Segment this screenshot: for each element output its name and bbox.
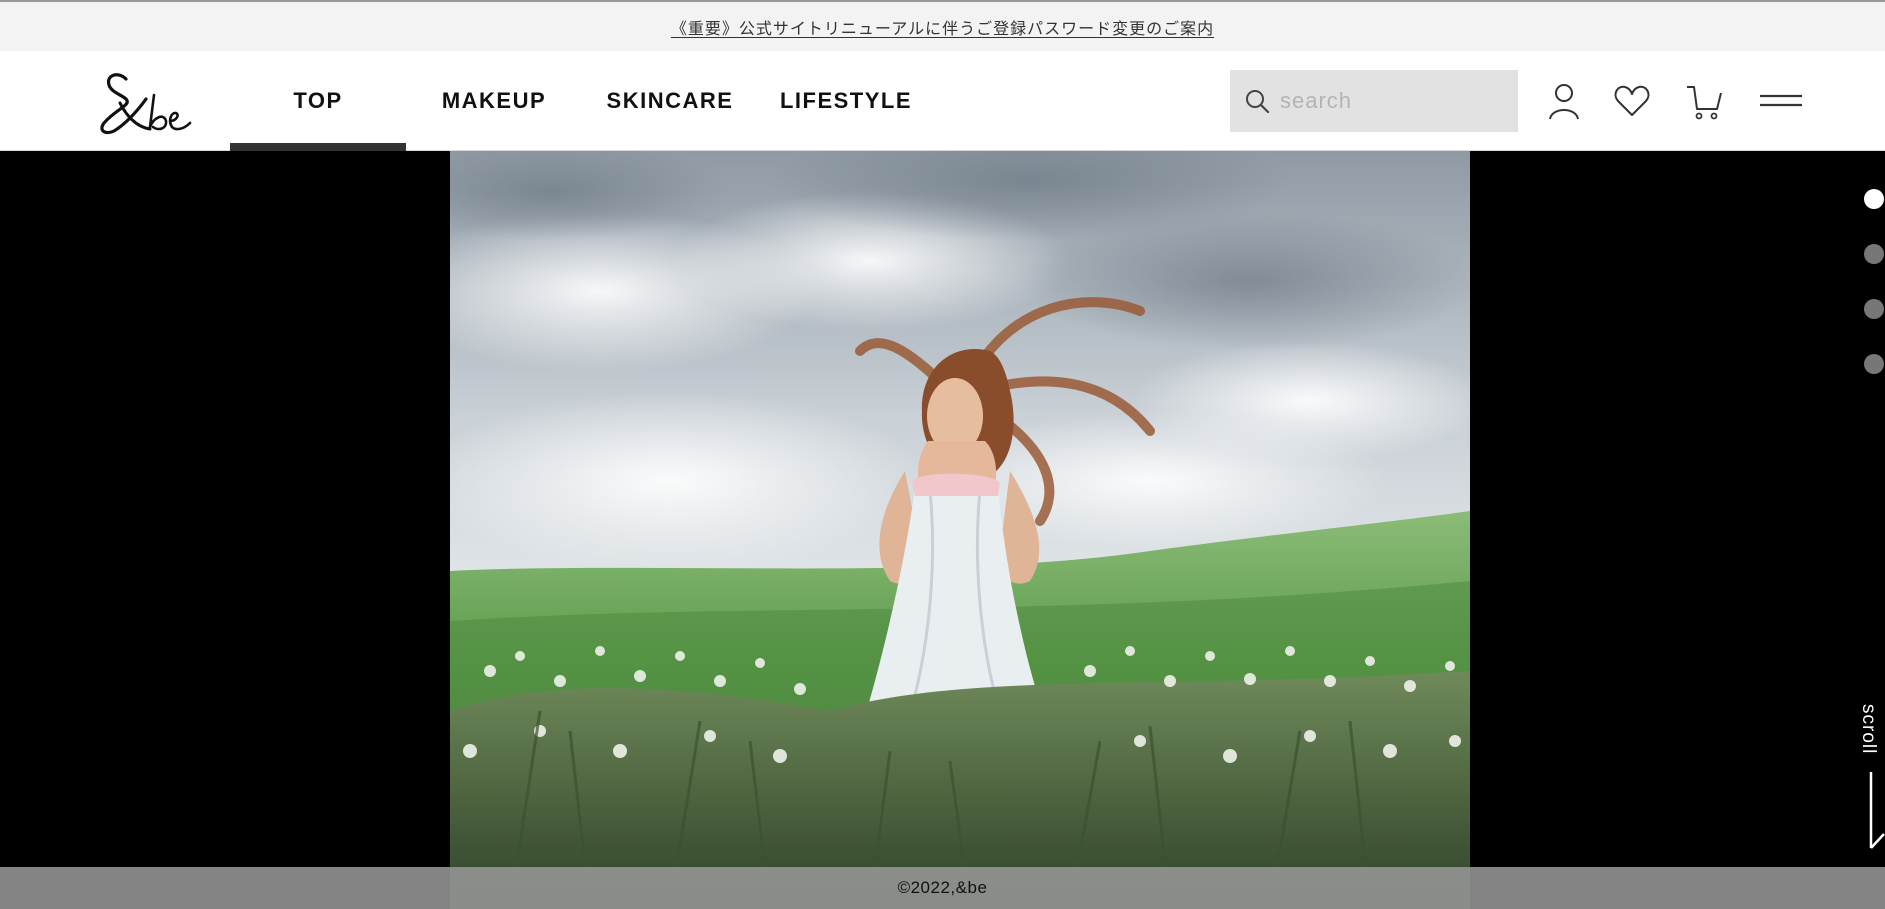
brand-logo-mark [100,73,192,135]
nav-skincare[interactable]: SKINCARE [582,51,758,151]
menu-icon[interactable] [1758,81,1804,121]
nav-makeup[interactable]: MAKEUP [406,51,582,151]
announcement-link[interactable]: 《重要》公式サイトリニューアルに伴うご登録パスワード変更のご案内 [671,15,1214,39]
slide-dot-3[interactable] [1864,299,1884,319]
search-box[interactable] [1230,70,1518,132]
heart-icon[interactable] [1612,81,1652,121]
search-icon[interactable] [1244,88,1270,114]
hero-image [450,151,1470,909]
slide-dot-4[interactable] [1864,354,1884,374]
brand-logo[interactable] [96,65,196,137]
nav-top[interactable]: TOP [230,51,406,151]
slide-dot-2[interactable] [1864,244,1884,264]
announcement-bar: 《重要》公式サイトリニューアルに伴うご登録パスワード変更のご案内 [0,0,1885,51]
scroll-arrow-icon [1869,772,1885,849]
copyright-text: ©2022,&be [897,878,988,897]
hero-slider: scroll [0,151,1885,909]
user-icon[interactable] [1544,81,1584,121]
scroll-label: scroll [1858,704,1879,755]
site-header: TOP MAKEUP SKINCARE LIFESTYLE [0,51,1885,151]
footer-bar: ©2022,&be [0,867,1885,909]
slide-dot-1[interactable] [1864,189,1884,209]
cart-icon[interactable] [1684,81,1724,121]
search-input[interactable] [1280,88,1500,114]
nav-lifestyle[interactable]: LIFESTYLE [758,51,934,151]
hero-photo [450,151,1470,909]
